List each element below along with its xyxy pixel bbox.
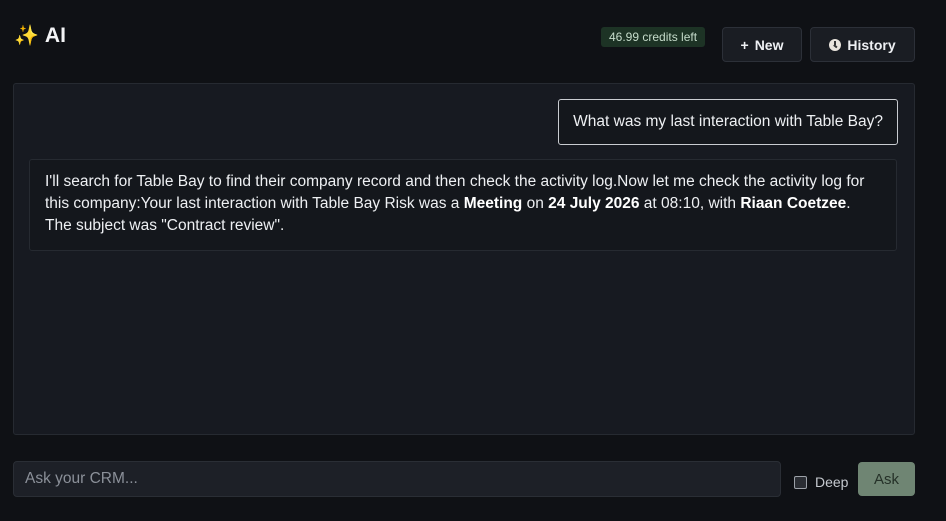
clock-icon [829,38,842,51]
new-chat-label: New [754,36,784,53]
deep-label: Deep [815,474,849,490]
history-label: History [847,36,896,53]
ai-interaction-type: Meeting [463,195,523,212]
ask-button[interactable]: Ask [858,462,915,496]
page-title-text: AI [44,24,66,47]
plus-icon: + [740,36,749,53]
ai-interaction-date: 24 July 2026 [548,195,640,212]
page-title: ✨ AI [14,24,66,48]
ai-text: at 08:10, with [639,195,741,212]
ai-message: I'll search for Table Bay to find their … [29,159,897,251]
ask-input[interactable] [13,461,781,497]
new-chat-button[interactable]: + New [722,27,802,62]
history-button[interactable]: History [810,27,915,62]
ai-contact-name: Riaan Coetzee [740,195,847,212]
chat-panel: What was my last interaction with Table … [13,83,915,435]
sparkles-icon: ✨ [14,25,39,47]
deep-checkbox[interactable] [794,475,807,489]
user-message: What was my last interaction with Table … [558,99,898,145]
ai-text: on [522,195,549,212]
credits-badge: 46.99 credits left [601,27,706,47]
deep-toggle[interactable]: Deep [794,474,848,490]
